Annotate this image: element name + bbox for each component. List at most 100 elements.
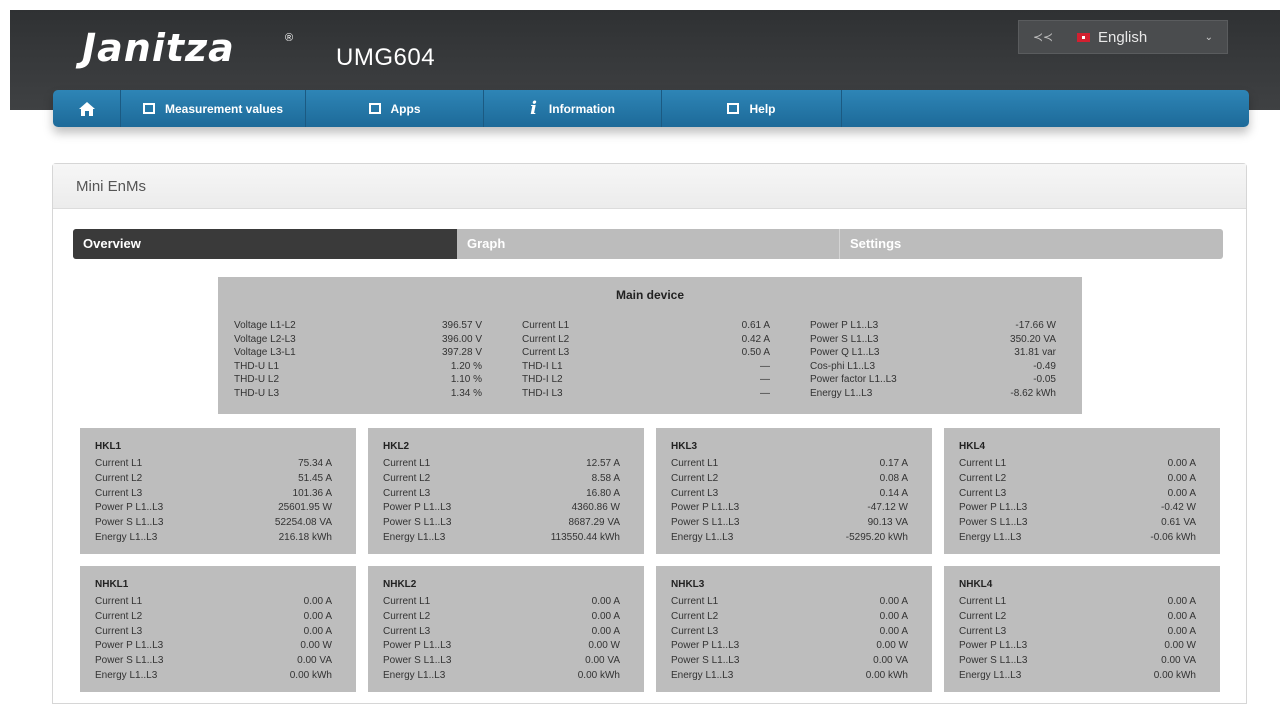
nav-apps[interactable]: Apps bbox=[306, 90, 484, 127]
measurement-value: 396.00 V bbox=[441, 333, 482, 345]
measurement-label: Energy L1..L3 bbox=[95, 531, 158, 543]
main-col2-labels: Current L1 Current L2 Current L3 THD-I L1 TH… bbox=[522, 319, 569, 401]
home-icon bbox=[78, 101, 95, 116]
measurement-label: Power S L1..L3 bbox=[671, 655, 740, 667]
nav-information[interactable]: i Information bbox=[484, 90, 662, 127]
measurement-value: 12.57 A bbox=[586, 458, 620, 469]
tab-settings[interactable]: Settings bbox=[839, 229, 1223, 259]
tab-overview[interactable]: Overview bbox=[73, 229, 457, 259]
measurement-value: 0.17 A bbox=[879, 458, 908, 469]
measurement-value: 1.20 % bbox=[450, 360, 482, 372]
measurement-label: Current L2 bbox=[522, 333, 570, 345]
measurement-label: Power S L1..L3 bbox=[383, 517, 452, 529]
measurement-label: Current L1 bbox=[383, 458, 431, 469]
apps-icon bbox=[368, 103, 381, 114]
feeder-card-hkl4: HKL4 Current L1 Current L2 Current L3 Power … bbox=[944, 428, 1220, 554]
language-selector[interactable]: ≺≺ English ⌄ bbox=[1018, 20, 1228, 54]
measurement-value: 0.00 A bbox=[1167, 458, 1196, 469]
main-col2-values: 0.61 A 0.42 A 0.50 A — — — bbox=[698, 319, 770, 401]
feeder-title: NHKL2 bbox=[383, 579, 417, 590]
chevron-down-icon: ⌄ bbox=[1204, 31, 1213, 43]
measurement-label: Power P L1..L3 bbox=[810, 320, 879, 331]
feeder-card-nhkl1: NHKL1 Current L1 Current L2 Current L3 Power… bbox=[80, 566, 356, 692]
nav-label: Information bbox=[548, 101, 615, 116]
measurement-value: 0.00 A bbox=[591, 625, 620, 637]
measurement-label: Power S L1..L3 bbox=[810, 333, 879, 345]
measurement-label: Power P L1..L3 bbox=[959, 640, 1028, 652]
measurement-label: Current L2 bbox=[95, 472, 143, 484]
measurement-label: THD-U L3 bbox=[234, 387, 280, 399]
measurement-value: 0.00 A bbox=[1167, 487, 1196, 499]
measurement-value: 0.00 A bbox=[879, 610, 908, 622]
language-label: English bbox=[1098, 28, 1148, 46]
measurement-value: 0.08 A bbox=[879, 472, 908, 484]
nav-measurement-values[interactable]: Measurement values bbox=[121, 90, 306, 127]
measurement-label: Current L3 bbox=[522, 347, 570, 359]
measurement-label: Current L1 bbox=[95, 596, 143, 607]
measurement-value: 0.00 W bbox=[300, 640, 332, 652]
measurement-label: Voltage L3-L1 bbox=[234, 347, 296, 359]
measurement-value: — bbox=[760, 360, 770, 372]
measurement-label: Current L3 bbox=[95, 625, 143, 637]
feeder-card-hkl3: HKL3 Current L1 Current L2 Current L3 Power … bbox=[656, 428, 932, 554]
measurement-value: 0.00 VA bbox=[297, 655, 332, 667]
feeder-labels: Current L1 Current L2 Current L3 Power P L1… bbox=[671, 457, 739, 546]
feeder-labels: Current L1 Current L2 Current L3 Power P L1… bbox=[671, 595, 739, 684]
main-col1-labels: Voltage L1-L2 Voltage L2-L3 Voltage L3-L1 T… bbox=[234, 319, 296, 401]
feeder-title: NHKL3 bbox=[671, 579, 705, 590]
measurement-label: THD-U L2 bbox=[234, 374, 280, 386]
feeder-values: 0.00 A 0.00 A 0.00 A 0.00 W 0.00 VA 0.00 kWh bbox=[866, 595, 908, 684]
measurement-value: 0.00 kWh bbox=[289, 669, 332, 681]
measurement-label: Current L3 bbox=[383, 487, 431, 499]
measurement-value: 113550.44 kWh bbox=[550, 531, 620, 543]
measurement-label: Power S L1..L3 bbox=[95, 655, 164, 667]
measurement-value: -0.06 kWh bbox=[1150, 531, 1196, 543]
measurement-icon bbox=[142, 103, 155, 114]
measurement-label: THD-U L1 bbox=[234, 360, 280, 372]
measurement-label: Current L3 bbox=[95, 487, 143, 499]
measurement-label: Voltage L1-L2 bbox=[234, 320, 296, 331]
measurement-label: THD-I L1 bbox=[522, 360, 563, 372]
feeder-card-nhkl2: NHKL2 Current L1 Current L2 Current L3 Power… bbox=[368, 566, 644, 692]
measurement-label: Power P L1..L3 bbox=[959, 502, 1028, 514]
measurement-label: THD-I L3 bbox=[522, 387, 563, 399]
measurement-value: 350.20 VA bbox=[1010, 333, 1056, 345]
measurement-label: Current L1 bbox=[383, 596, 431, 607]
measurement-label: Power S L1..L3 bbox=[671, 517, 740, 529]
measurement-value: 0.00 A bbox=[1167, 472, 1196, 484]
measurement-label: Power P L1..L3 bbox=[671, 640, 740, 652]
measurement-label: Power P L1..L3 bbox=[95, 502, 164, 514]
nav-home[interactable] bbox=[53, 90, 121, 127]
network-icon: ≺≺ bbox=[1033, 30, 1054, 44]
feeder-title: HKL3 bbox=[671, 441, 698, 452]
measurement-value: -0.05 bbox=[1033, 374, 1056, 386]
feeder-card-hkl1: HKL1 Current L1 Current L2 Current L3 Power … bbox=[80, 428, 356, 554]
nav-help[interactable]: Help bbox=[662, 90, 842, 127]
measurement-value: 0.00 A bbox=[1167, 610, 1196, 622]
measurement-value: 25601.95 W bbox=[278, 502, 332, 514]
measurement-label: Current L1 bbox=[671, 596, 719, 607]
brand-logo[interactable]: Janitza bbox=[82, 26, 235, 70]
measurement-label: Power S L1..L3 bbox=[959, 655, 1028, 667]
measurement-label: Current L3 bbox=[383, 625, 431, 637]
measurement-value: 0.00 kWh bbox=[1153, 669, 1196, 681]
measurement-label: Voltage L2-L3 bbox=[234, 333, 296, 345]
measurement-label: Current L1 bbox=[959, 458, 1007, 469]
feeder-values: 0.00 A 0.00 A 0.00 A 0.00 W 0.00 VA 0.00 kWh bbox=[1154, 595, 1196, 684]
measurement-value: 51.45 A bbox=[298, 472, 332, 484]
measurement-value: 0.00 VA bbox=[585, 655, 620, 667]
nav-label: Help bbox=[749, 101, 776, 116]
measurement-value: -0.49 bbox=[1033, 360, 1056, 372]
measurement-value: 396.57 V bbox=[441, 320, 482, 331]
main-col3-values: -17.66 W 350.20 VA 31.81 var -0.49 -0.05 -8.6… bbox=[968, 319, 1056, 401]
measurement-value: 0.00 A bbox=[591, 610, 620, 622]
tab-graph[interactable]: Graph bbox=[457, 229, 839, 259]
main-device-title: Main device bbox=[615, 288, 685, 302]
measurement-value: 397.28 V bbox=[441, 347, 482, 359]
feeder-title: NHKL1 bbox=[95, 579, 129, 590]
feeder-title: HKL1 bbox=[95, 441, 122, 452]
measurement-label: Energy L1..L3 bbox=[671, 669, 734, 681]
measurement-value: 0.42 A bbox=[741, 333, 770, 345]
measurement-value: 0.50 A bbox=[741, 347, 770, 359]
main-col1-values: 396.57 V 396.00 V 397.28 V 1.20 % 1.10 % 1.34… bbox=[398, 319, 482, 401]
